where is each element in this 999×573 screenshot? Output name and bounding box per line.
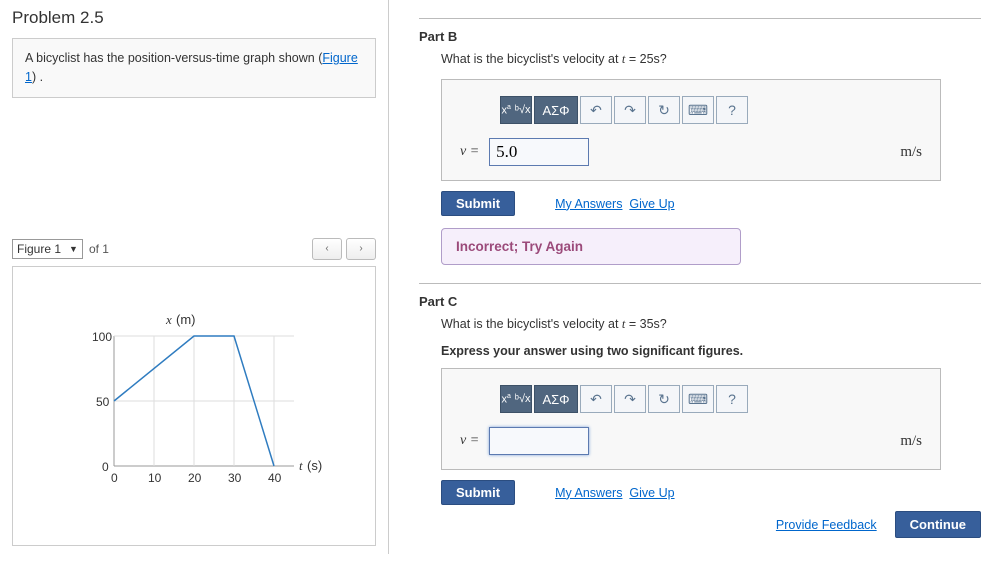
part-c-answer-frame: xa ᵇ√x ΑΣΦ ↶ ↷ ↻ ⌨ ? v = m/s — [441, 368, 941, 470]
part-c-my-answers-link[interactable]: My Answers — [555, 486, 622, 500]
undo-button[interactable]: ↶ — [580, 96, 612, 124]
figure-container: x (m) 100 50 0 0 10 20 30 40 t (s) — [12, 266, 376, 546]
svg-text:100: 100 — [92, 330, 112, 344]
position-time-graph: x (m) 100 50 0 0 10 20 30 40 t (s) — [44, 306, 344, 506]
part-b-feedback: Incorrect; Try Again — [441, 228, 741, 265]
keyboard-button[interactable]: ⌨ — [682, 96, 714, 124]
problem-text-pre: A bicyclist has the position-versus-time… — [25, 51, 322, 65]
right-panel: Part B What is the bicyclist's velocity … — [389, 0, 999, 554]
svg-text:(m): (m) — [176, 312, 196, 327]
svg-text:10: 10 — [148, 471, 162, 485]
problem-description: A bicyclist has the position-versus-time… — [12, 38, 376, 98]
figure-dropdown[interactable]: Figure 1 — [12, 239, 83, 259]
problem-title: Problem 2.5 — [12, 8, 376, 28]
undo-button[interactable]: ↶ — [580, 385, 612, 413]
part-b-my-answers-link[interactable]: My Answers — [555, 197, 622, 211]
divider — [419, 283, 981, 284]
problem-text-post: ) . — [32, 70, 43, 84]
help-button[interactable]: ? — [716, 385, 748, 413]
part-c-title: Part C — [419, 294, 981, 309]
part-c-hint: Express your answer using two significan… — [441, 344, 981, 358]
continue-button[interactable]: Continue — [895, 511, 981, 538]
part-b-answer-frame: xa ᵇ√x ΑΣΦ ↶ ↷ ↻ ⌨ ? v = m/s — [441, 79, 941, 181]
svg-text:0: 0 — [102, 460, 109, 474]
part-c-input[interactable] — [489, 427, 589, 455]
part-c-submit-row: Submit My Answers Give Up — [441, 480, 981, 505]
redo-button[interactable]: ↷ — [614, 385, 646, 413]
part-b-input[interactable] — [489, 138, 589, 166]
toolbar: xa ᵇ√x ΑΣΦ ↶ ↷ ↻ ⌨ ? — [500, 96, 922, 124]
part-c-var-label: v = — [460, 433, 479, 449]
part-b-var-label: v = — [460, 144, 479, 160]
templates-button[interactable]: xa ᵇ√x — [500, 385, 532, 413]
part-b-unit: m/s — [900, 144, 922, 161]
left-panel: Problem 2.5 A bicyclist has the position… — [0, 0, 389, 554]
svg-text:50: 50 — [96, 395, 110, 409]
part-c-submit-button[interactable]: Submit — [441, 480, 515, 505]
figure-prev-button[interactable]: ‹ — [312, 238, 342, 260]
provide-feedback-link[interactable]: Provide Feedback — [776, 518, 877, 532]
footer-row: Provide Feedback Continue — [419, 511, 981, 538]
part-b-title: Part B — [419, 29, 981, 44]
part-c-unit: m/s — [900, 433, 922, 450]
svg-text:x: x — [165, 312, 172, 327]
keyboard-button[interactable]: ⌨ — [682, 385, 714, 413]
part-c-give-up-link[interactable]: Give Up — [629, 486, 674, 500]
help-button[interactable]: ? — [716, 96, 748, 124]
part-b-answer-row: v = m/s — [460, 138, 922, 166]
redo-button[interactable]: ↷ — [614, 96, 646, 124]
greek-button[interactable]: ΑΣΦ — [534, 96, 578, 124]
svg-text:0: 0 — [111, 471, 118, 485]
divider — [419, 18, 981, 19]
figure-of-label: of 1 — [89, 242, 109, 256]
toolbar: xa ᵇ√x ΑΣΦ ↶ ↷ ↻ ⌨ ? — [500, 385, 922, 413]
part-b-give-up-link[interactable]: Give Up — [629, 197, 674, 211]
svg-text:(s): (s) — [307, 458, 322, 473]
figure-selector-row: Figure 1 of 1 ‹ › — [12, 238, 376, 260]
reset-button[interactable]: ↻ — [648, 96, 680, 124]
part-c-answer-row: v = m/s — [460, 427, 922, 455]
svg-text:20: 20 — [188, 471, 202, 485]
figure-next-button[interactable]: › — [346, 238, 376, 260]
part-c-question: What is the bicyclist's velocity at t = … — [441, 317, 981, 332]
part-b-submit-button[interactable]: Submit — [441, 191, 515, 216]
greek-button[interactable]: ΑΣΦ — [534, 385, 578, 413]
svg-text:30: 30 — [228, 471, 242, 485]
reset-button[interactable]: ↻ — [648, 385, 680, 413]
svg-text:t: t — [299, 458, 303, 473]
part-b-submit-row: Submit My Answers Give Up — [441, 191, 981, 216]
part-b-question: What is the bicyclist's velocity at t = … — [441, 52, 981, 67]
figure-dropdown-value: Figure 1 — [17, 242, 61, 256]
templates-button[interactable]: xa ᵇ√x — [500, 96, 532, 124]
svg-text:40: 40 — [268, 471, 282, 485]
